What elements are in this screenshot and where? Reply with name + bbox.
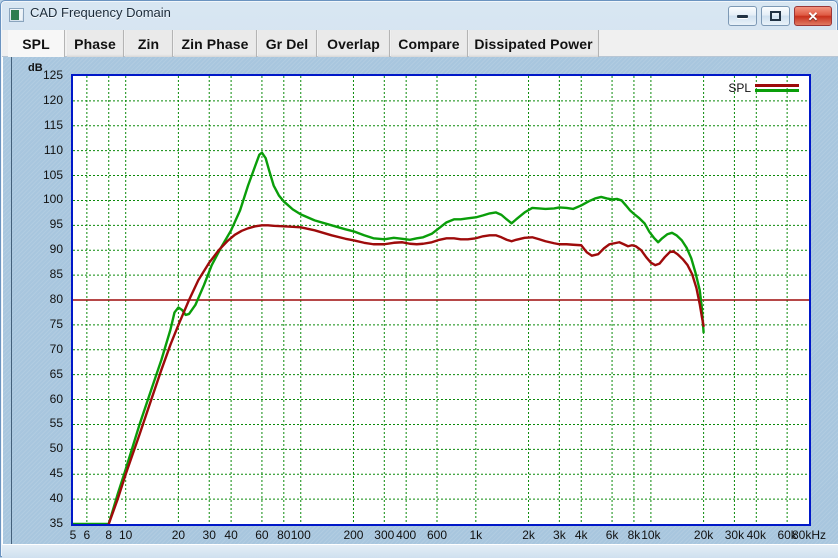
- x-tick-8k: 8k: [627, 528, 641, 542]
- x-tick-4k: 4k: [574, 528, 588, 542]
- y-tick-55: 55: [49, 416, 63, 431]
- x-tick-400: 400: [396, 528, 417, 542]
- y-tick-120: 120: [42, 92, 63, 107]
- x-tick-2k: 2k: [522, 528, 535, 542]
- y-tick-60: 60: [49, 391, 63, 406]
- tab-phase[interactable]: Phase: [67, 30, 124, 57]
- y-tick-105: 105: [42, 167, 63, 182]
- chart-plot-area[interactable]: SPL: [71, 74, 811, 526]
- y-tick-40: 40: [49, 491, 63, 506]
- tab-spl[interactable]: SPL: [8, 30, 65, 57]
- y-tick-65: 65: [49, 366, 63, 381]
- x-tick-600: 600: [426, 528, 447, 542]
- application-window: CAD Frequency Domain ✕ SPL Phase Zin Zin Ph…: [0, 0, 838, 558]
- close-button[interactable]: ✕: [794, 6, 832, 26]
- plot-panel: dB 125 120 115 110 105 100 95 90 85 80 75 70 65 60 55 5…: [2, 57, 838, 544]
- tab-label: Overlap: [327, 35, 380, 52]
- maximize-icon: [762, 7, 789, 25]
- maximize-button[interactable]: [761, 6, 790, 26]
- legend-label: SPL: [728, 81, 751, 95]
- application-icon: [9, 8, 24, 22]
- minimize-button[interactable]: [728, 6, 757, 26]
- tab-label: Dissipated Power: [474, 35, 593, 52]
- x-tick-10: 10: [119, 528, 133, 542]
- x-tick-30k: 30k: [724, 528, 745, 542]
- minimize-icon: [729, 7, 756, 25]
- y-tick-75: 75: [49, 316, 63, 331]
- y-tick-80: 80: [49, 292, 63, 306]
- x-tick-20k: 20k: [693, 528, 714, 542]
- y-tick-125: 125: [42, 68, 63, 82]
- series-spl-green: [73, 151, 705, 524]
- window-title: CAD Frequency Domain: [30, 5, 171, 20]
- tab-zin-phase[interactable]: Zin Phase: [174, 30, 257, 57]
- x-tick-300: 300: [374, 528, 395, 542]
- tab-label: Zin: [137, 35, 160, 52]
- status-bar: [2, 544, 838, 558]
- chart-legend: SPL: [728, 81, 799, 95]
- tab-overlap[interactable]: Overlap: [318, 30, 390, 57]
- x-tick-6k: 6k: [605, 528, 619, 542]
- tab-label: SPL: [22, 35, 50, 52]
- tab-label: Gr Del: [265, 35, 309, 52]
- tab-label: Phase: [74, 35, 116, 52]
- x-tick-80: 80: [277, 528, 291, 542]
- x-axis-tick-labels: 5 6 8 10 20 30 40 60 80 100 200 300 400 600 1k 2k 3k 4k 6k…: [3, 528, 838, 544]
- tab-dissipated-power[interactable]: Dissipated Power: [469, 30, 599, 57]
- x-tick-6: 6: [83, 528, 91, 542]
- x-tick-40: 40: [224, 528, 238, 542]
- x-tick-100: 100: [290, 528, 311, 542]
- x-tick-30: 30: [202, 528, 216, 542]
- y-tick-70: 70: [49, 341, 63, 356]
- x-tick-40k: 40k: [746, 528, 766, 542]
- x-tick-5: 5: [69, 528, 77, 542]
- tab-zin[interactable]: Zin: [125, 30, 173, 57]
- y-tick-50: 50: [49, 441, 63, 456]
- tab-gr-del[interactable]: Gr Del: [258, 30, 317, 57]
- y-tick-115: 115: [43, 117, 63, 132]
- y-tick-100: 100: [42, 192, 63, 207]
- x-tick-10k: 10k: [641, 528, 661, 542]
- y-axis-tick-labels: 125 120 115 110 105 100 95 90 85 80 75 70 65 60 55 50 45…: [17, 57, 63, 544]
- x-tick-1k: 1k: [469, 528, 483, 542]
- chart-svg: [73, 76, 809, 524]
- tab-compare[interactable]: Compare: [391, 30, 468, 57]
- x-tick-80k: 80kHz: [791, 528, 827, 542]
- legend-swatch: [755, 83, 799, 93]
- y-tick-45: 45: [49, 466, 63, 481]
- x-tick-3k: 3k: [553, 528, 566, 542]
- tab-label: Zin Phase: [181, 35, 249, 52]
- tab-bar: SPL Phase Zin Zin Phase Gr Del Overlap Compare…: [2, 30, 838, 57]
- y-tick-85: 85: [49, 267, 63, 282]
- tab-label: Compare: [398, 35, 460, 52]
- x-tick-60: 60: [255, 528, 269, 542]
- x-tick-200: 200: [343, 528, 364, 542]
- title-bar: CAD Frequency Domain ✕: [1, 1, 837, 30]
- y-tick-110: 110: [43, 142, 63, 157]
- y-tick-95: 95: [49, 217, 63, 232]
- y-tick-90: 90: [49, 242, 63, 257]
- x-tick-20: 20: [171, 528, 186, 542]
- panel-left-edge: [11, 57, 12, 544]
- x-tick-8: 8: [105, 528, 113, 542]
- close-icon: ✕: [807, 8, 819, 24]
